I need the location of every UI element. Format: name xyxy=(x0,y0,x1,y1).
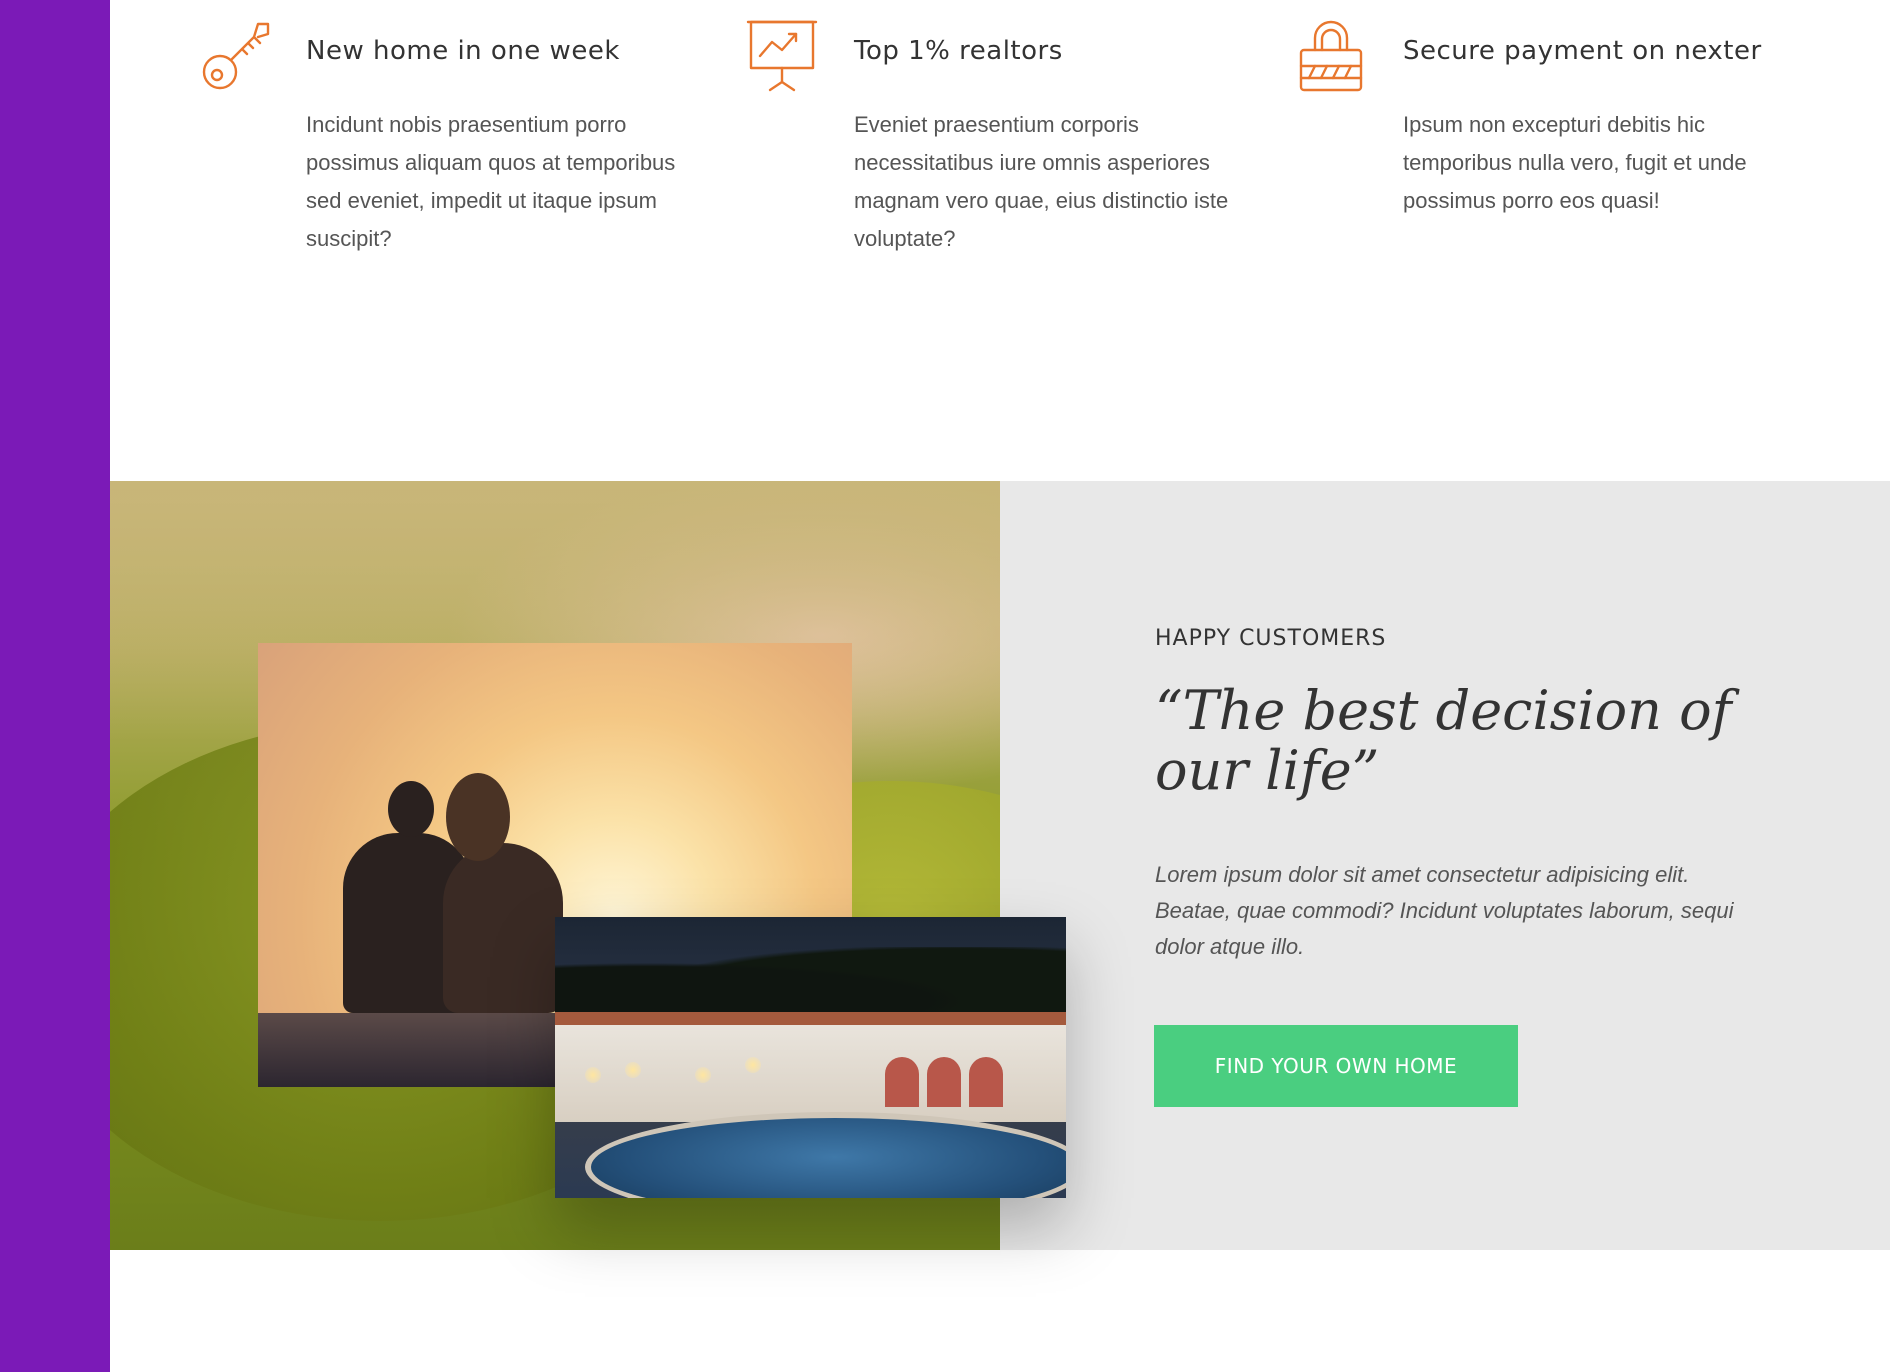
story-quote: “The best decision of our life” xyxy=(1155,679,1732,802)
story-eyebrow: Happy Customers xyxy=(1155,626,1387,651)
feature-text: Ipsum non excepturi debitis hic temporib… xyxy=(1403,112,1747,213)
story-text: Happy Customers “The best decision of ou… xyxy=(1155,626,1755,965)
feature-title: Top 1% realtors xyxy=(854,36,1063,66)
feature-title: Secure payment on nexter xyxy=(1403,36,1762,66)
find-home-button[interactable]: Find your own home xyxy=(1154,1025,1518,1107)
feature-text: Incidunt nobis praesentium porro possimu… xyxy=(306,112,676,251)
presentation-chart-icon xyxy=(746,20,818,92)
feature-text: Eveniet praesentium corporis necessitati… xyxy=(854,112,1229,251)
sidebar xyxy=(0,0,110,1372)
feature-title: New home in one week xyxy=(306,36,620,66)
padlock-icon xyxy=(1295,20,1367,92)
story-body: Lorem ipsum dolor sit amet consectetur a… xyxy=(1155,862,1734,959)
key-icon xyxy=(198,20,270,92)
story-image-villa xyxy=(555,917,1066,1198)
